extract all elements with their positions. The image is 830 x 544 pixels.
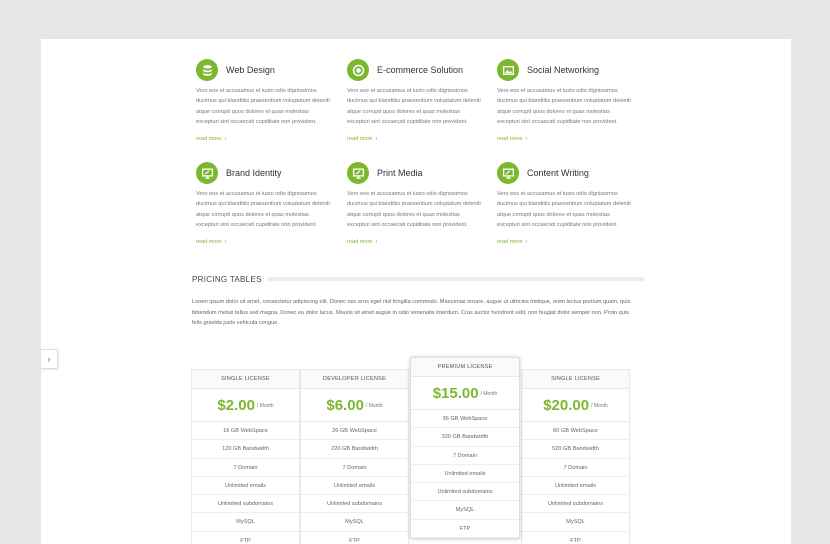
chevron-right-icon: › — [224, 239, 227, 246]
plan-column: DEVELOPER LICENSE $6.00 / Month 26 GB We… — [300, 369, 409, 544]
monitor-icon — [347, 162, 369, 184]
plan-feature: 120 GB Bandwidth — [192, 440, 299, 459]
service-title: Web Design — [226, 65, 275, 75]
image-icon — [497, 59, 519, 81]
chevron-right-icon: › — [224, 136, 227, 143]
plan-feature: 220 GB Bandwidth — [301, 440, 408, 459]
plan-price: $20.00 / Month — [522, 389, 629, 422]
price-period: / Month — [256, 403, 274, 409]
service-title: E-commerce Solution — [377, 65, 464, 75]
service-content-writing: Content Writing Vero eos et accusamus et… — [497, 161, 632, 248]
plan-feature: 7 Domain — [192, 459, 299, 477]
service-brand-identity: Brand Identity Vero eos et accusamus et … — [196, 161, 331, 248]
read-more-link[interactable]: read more › — [497, 239, 527, 245]
read-more-link[interactable]: read more › — [497, 136, 527, 142]
plan-name: DEVELOPER LICENSE — [301, 370, 408, 389]
plan-feature: MySQL — [522, 513, 629, 532]
read-more-link[interactable]: read more › — [347, 239, 377, 245]
plan-feature: Unlimited emails — [522, 477, 629, 496]
chevron-right-icon: › — [375, 136, 378, 143]
plan-feature: 60 GB WebSpace — [522, 422, 629, 441]
plan-column: SINGLE LICENSE $20.00 / Month 60 GB WebS… — [521, 369, 630, 544]
price-amount: $15.00 — [432, 384, 479, 402]
read-more-link[interactable]: read more › — [347, 136, 377, 142]
plan-feature: 7 Domain — [522, 459, 629, 477]
plan-feature: Unlimited emails — [411, 465, 519, 484]
plan-feature: FTP — [192, 532, 299, 544]
price-period: / Month — [365, 403, 383, 409]
content-panel: Web Design Vero eos et accusamus et iust… — [41, 39, 791, 544]
service-print-media: Print Media Vero eos et accusamus et ius… — [347, 161, 482, 248]
plan-feature: MySQL — [301, 513, 408, 532]
pricing-table: SINGLE LICENSE $2.00 / Month 16 GB WebSp… — [191, 357, 631, 544]
plan-name: SINGLE LICENSE — [522, 370, 629, 389]
plan-feature: Unlimited subdomains — [301, 495, 408, 514]
service-ecommerce: E-commerce Solution Vero eos et accusamu… — [347, 58, 482, 145]
plan-feature: Unlimited emails — [301, 477, 408, 496]
plan-price: $15.00 / Month — [411, 377, 519, 410]
read-more-label: read more — [347, 136, 373, 143]
service-title: Brand Identity — [226, 168, 282, 178]
section-title: PRICING TABLES — [192, 274, 262, 284]
plan-feature: Unlimited subdomains — [411, 483, 519, 502]
chevron-right-icon: › — [375, 239, 378, 246]
read-more-label: read more — [497, 239, 523, 246]
service-description: Vero eos et accusamus et iusto odio dign… — [347, 191, 481, 228]
side-panel-toggle[interactable]: › — [41, 349, 58, 369]
plan-feature: 36 GB WebSpace — [411, 410, 519, 429]
plan-price: $6.00 / Month — [301, 389, 408, 422]
plan-feature: 7 Domain — [411, 447, 519, 465]
plan-name: PREMIUM LICENSE — [411, 358, 519, 377]
pricing-section-heading: PRICING TABLES — [192, 273, 644, 285]
read-more-label: read more — [347, 239, 373, 246]
service-title: Social Networking — [527, 65, 600, 75]
plan-feature: Unlimited subdomains — [522, 495, 629, 514]
read-more-label: read more — [196, 136, 222, 143]
chevron-right-icon: › — [525, 136, 528, 143]
price-amount: $20.00 — [543, 396, 590, 414]
plan-feature: FTP — [522, 532, 629, 544]
price-period: / Month — [591, 403, 608, 409]
read-more-label: read more — [196, 239, 222, 246]
plan-feature: FTP — [301, 532, 408, 544]
price-period: / Month — [480, 391, 498, 397]
plan-feature: 7 Domain — [301, 459, 408, 477]
service-title: Content Writing — [527, 168, 589, 178]
service-social-networking: Social Networking Vero eos et accusamus … — [497, 58, 632, 145]
service-description: Vero eos et accusamus et iusto odio dign… — [497, 191, 631, 228]
price-amount: $6.00 — [326, 396, 364, 414]
service-web-design: Web Design Vero eos et accusamus et iust… — [196, 58, 331, 145]
plan-name: SINGLE LICENSE — [192, 370, 299, 389]
monitor-icon — [497, 162, 519, 184]
service-description: Vero eos et accusamus et iusto odio dign… — [347, 88, 481, 125]
plan-feature: 16 GB WebSpace — [192, 422, 299, 441]
plan-price: $2.00 / Month — [192, 389, 299, 422]
database-icon — [196, 59, 218, 81]
pricing-intro: Lorem ipsum dolor sit amet, consectetur … — [192, 299, 631, 327]
plan-column: SINGLE LICENSE $2.00 / Month 16 GB WebSp… — [191, 369, 300, 544]
service-description: Vero eos et accusamus et iusto odio dign… — [196, 191, 330, 228]
service-description: Vero eos et accusamus et iusto odio dign… — [196, 88, 330, 125]
plan-feature: FTP — [411, 520, 519, 539]
plan-feature: Unlimited emails — [192, 477, 299, 496]
target-icon — [347, 59, 369, 81]
chevron-right-icon: › — [525, 239, 528, 246]
plan-feature: 26 GB WebSpace — [301, 422, 408, 441]
price-amount: $2.00 — [217, 396, 255, 414]
plan-feature: Unlimited subdomains — [192, 495, 299, 514]
plan-column-featured: PREMIUM LICENSE $15.00 / Month 36 GB Web… — [410, 357, 520, 540]
plan-feature: MySQL — [411, 501, 519, 520]
plan-feature: 520 GB Bandwidth — [522, 440, 629, 459]
service-title: Print Media — [377, 168, 423, 178]
read-more-link[interactable]: read more › — [196, 136, 226, 142]
service-description: Vero eos et accusamus et iusto odio dign… — [497, 88, 631, 125]
chevron-right-icon: › — [47, 354, 51, 364]
read-more-link[interactable]: read more › — [196, 239, 226, 245]
divider — [267, 277, 644, 281]
read-more-label: read more — [497, 136, 523, 143]
monitor-icon — [196, 162, 218, 184]
plan-feature: 320 GB Bandwidth — [411, 428, 519, 447]
plan-feature: MySQL — [192, 513, 299, 532]
